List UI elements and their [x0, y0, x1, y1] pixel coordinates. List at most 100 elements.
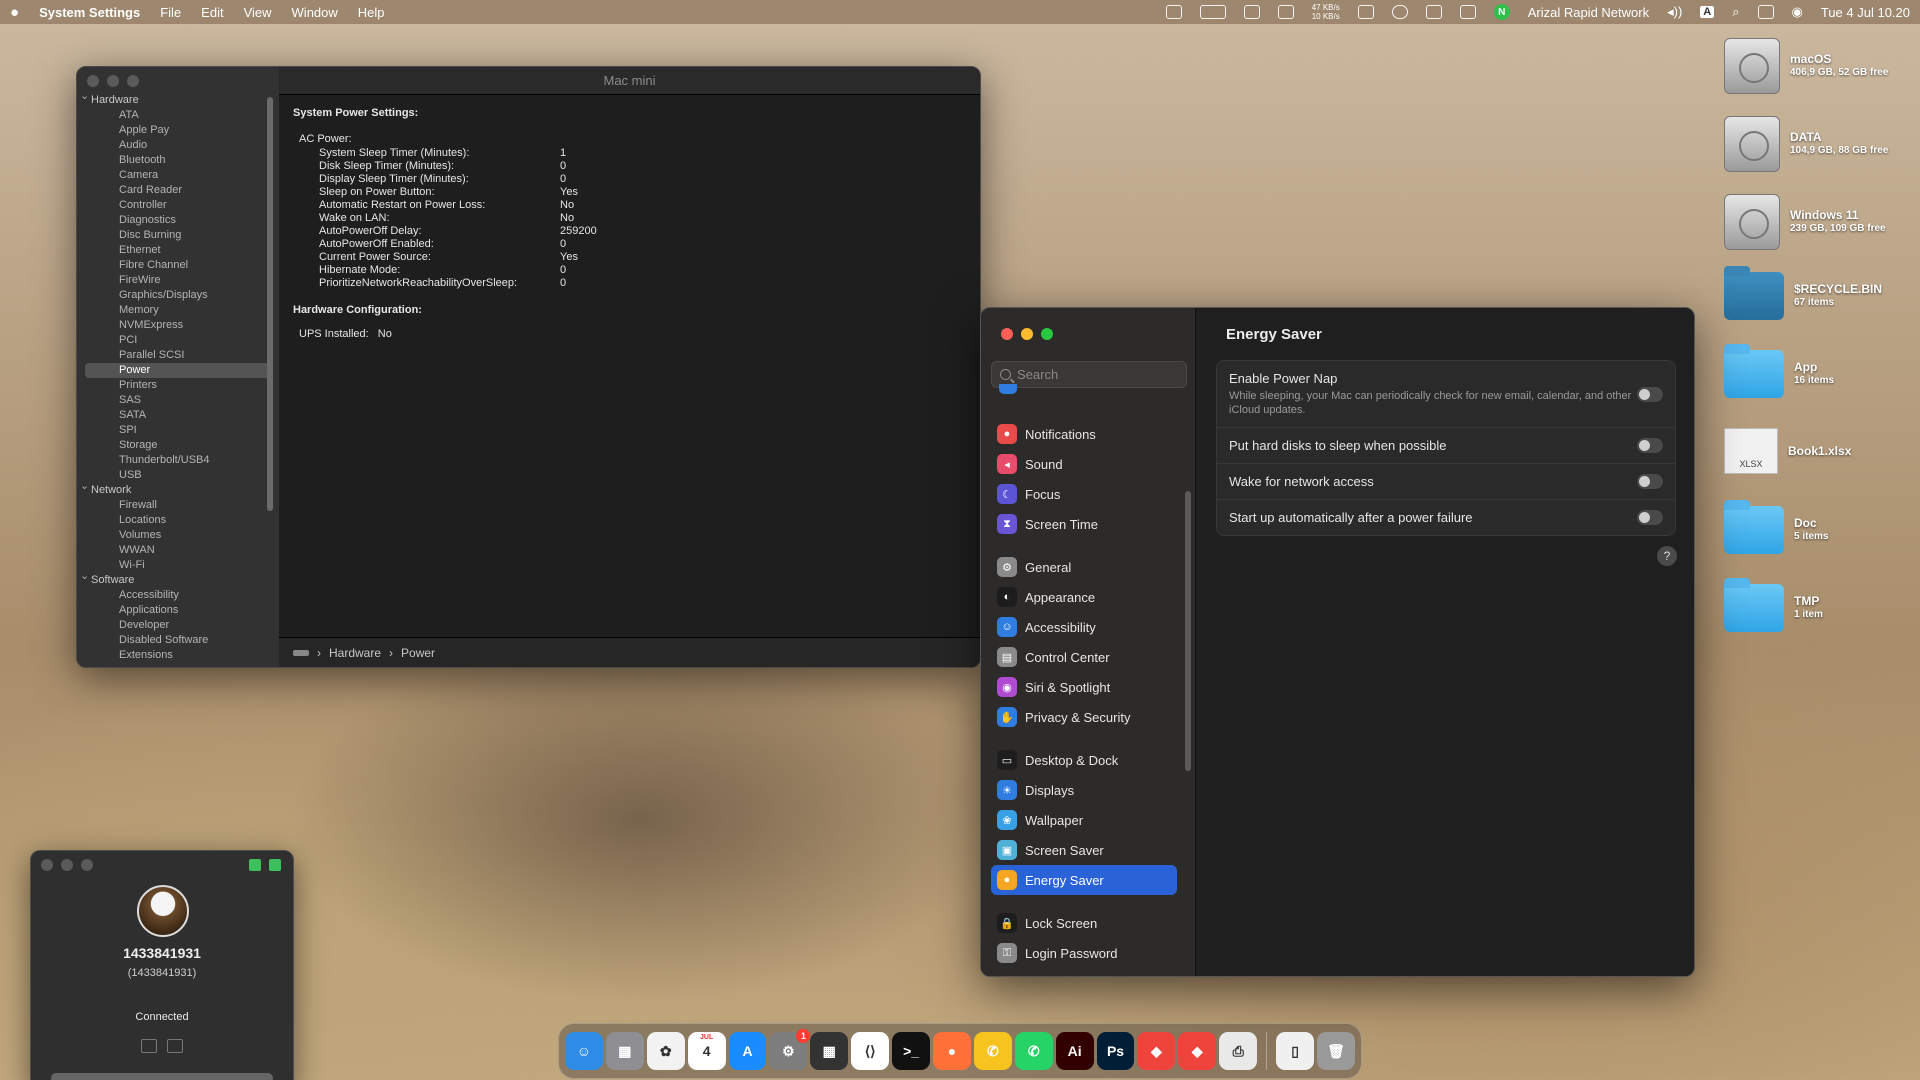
tree-item[interactable]: Fibre Channel — [77, 258, 279, 273]
microphone-icon[interactable] — [249, 859, 261, 871]
tree-item[interactable]: WWAN — [77, 543, 279, 558]
breadcrumb-hardware[interactable]: Hardware — [329, 646, 381, 660]
tree-item[interactable]: PCI — [77, 333, 279, 348]
sidebar-item-privacy-security[interactable]: ✋ Privacy & Security — [991, 702, 1177, 732]
sidebar-item-siri-spotlight[interactable]: ◉ Siri & Spotlight — [991, 672, 1177, 702]
tree-item[interactable]: Ethernet — [77, 243, 279, 258]
sidebar-item-notifications[interactable]: ● Notifications — [991, 419, 1177, 449]
tree-item[interactable]: Card Reader — [77, 183, 279, 198]
cpu-graph-icon[interactable] — [1199, 5, 1226, 19]
sidebar-item-displays[interactable]: ☀ Displays — [991, 775, 1177, 805]
tree-item[interactable]: Volumes — [77, 528, 279, 543]
desktop-item[interactable]: App 16 items — [1724, 344, 1834, 398]
tree-group-hardware[interactable]: Hardware — [77, 91, 279, 108]
whatsapp-icon[interactable]: ✆ — [1014, 1032, 1053, 1070]
search-input[interactable]: Search — [991, 361, 1187, 388]
spotlight-icon[interactable]: ⌕ — [1732, 4, 1739, 20]
tree-item[interactable]: Apple Pay — [77, 123, 279, 138]
photos-icon[interactable]: ✿ — [646, 1032, 685, 1070]
tree-item[interactable]: Extensions — [77, 648, 279, 663]
tree-item[interactable]: Printers — [77, 378, 279, 393]
sidebar-item-control-center[interactable]: ▤ Control Center — [991, 642, 1177, 672]
document-icon[interactable]: ▯ — [1276, 1032, 1315, 1070]
siri-icon[interactable]: ◉ — [1792, 4, 1803, 20]
tree-item[interactable]: Camera — [77, 168, 279, 183]
close-button[interactable] — [41, 859, 53, 871]
sidebar-item-screen-time[interactable]: ⧗ Screen Time — [991, 509, 1177, 539]
illustrator-icon[interactable]: Ai — [1055, 1032, 1094, 1070]
app-store-icon[interactable]: A — [728, 1032, 767, 1070]
tree-item[interactable]: Accessibility — [77, 588, 279, 603]
tree-item[interactable]: Storage — [77, 438, 279, 453]
activity-monitor-icon[interactable] — [1165, 5, 1182, 19]
finder-icon[interactable]: ☺ — [565, 1032, 603, 1070]
layout-icon[interactable] — [1425, 5, 1442, 19]
menu-view[interactable]: View — [244, 5, 272, 20]
calculator-icon[interactable]: ▦ — [810, 1032, 849, 1070]
desktop-item[interactable]: Doc 5 items — [1724, 500, 1828, 554]
tree-item[interactable]: Developer — [77, 618, 279, 633]
tree-item[interactable]: Wi-Fi — [77, 558, 279, 573]
memory-graph-icon[interactable] — [1243, 5, 1260, 19]
tree-item[interactable]: Disc Burning — [77, 228, 279, 243]
zoom-button[interactable] — [81, 859, 93, 871]
messages-yellow-icon[interactable]: ✆ — [973, 1032, 1012, 1070]
desktop-item[interactable]: XLSX Book1.xlsx — [1724, 428, 1851, 474]
tree-item[interactable]: Locations — [77, 513, 279, 528]
tree-item[interactable]: Audio — [77, 138, 279, 153]
tree-item[interactable]: USB — [77, 468, 279, 483]
tree-item[interactable]: Thunderbolt/USB4 — [77, 453, 279, 468]
minimize-button[interactable] — [107, 75, 119, 87]
sysinfo-sidebar-scrollbar[interactable] — [267, 97, 273, 511]
trash-icon[interactable]: 🗑 — [1317, 1032, 1355, 1070]
desktop-item[interactable]: DATA 104,9 GB, 88 GB free — [1724, 116, 1888, 172]
disconnect-button[interactable] — [51, 1073, 273, 1080]
tree-item[interactable]: NVMExpress — [77, 318, 279, 333]
tree-item[interactable]: Disabled Software — [77, 633, 279, 648]
tree-item[interactable]: SAS — [77, 393, 279, 408]
tree-item[interactable]: SPI — [77, 423, 279, 438]
sidebar-item-focus[interactable]: ☾ Focus — [991, 479, 1177, 509]
tree-item[interactable]: FireWire — [77, 273, 279, 288]
desktop-item[interactable]: macOS 406,9 GB, 52 GB free — [1724, 38, 1888, 94]
sidebar-item-screen-saver[interactable]: ▣ Screen Saver — [991, 835, 1177, 865]
close-button[interactable] — [1001, 328, 1013, 340]
camera-icon[interactable] — [1459, 5, 1476, 19]
photoshop-icon[interactable]: Ps — [1096, 1032, 1135, 1070]
option-toggle[interactable] — [1637, 474, 1663, 489]
desktop-item[interactable]: $RECYCLE.BIN 67 items — [1724, 266, 1882, 320]
sidebar-item-sound[interactable]: ◂ Sound — [991, 449, 1177, 479]
cloud-icon[interactable] — [1391, 5, 1408, 19]
message-icon[interactable] — [167, 1039, 183, 1053]
chat-icon[interactable] — [269, 859, 281, 871]
tree-item[interactable]: Controller — [77, 198, 279, 213]
network-speed[interactable]: 47 KB/s 10 KB/s — [1312, 3, 1340, 21]
tree-item[interactable]: ATA — [77, 108, 279, 123]
desktop-item[interactable]: Windows 11 239 GB, 109 GB free — [1724, 194, 1886, 250]
close-button[interactable] — [87, 75, 99, 87]
network-name[interactable]: Arizal Rapid Network — [1528, 5, 1649, 20]
option-toggle[interactable] — [1637, 386, 1663, 402]
terminal-icon[interactable]: >_ — [892, 1032, 931, 1070]
desktop-item[interactable]: TMP 1 item — [1724, 578, 1823, 632]
sidebar-item-lock-screen[interactable]: 🔒 Lock Screen — [991, 908, 1177, 938]
sidebar-item-accessibility[interactable]: ☺ Accessibility — [991, 612, 1177, 642]
tree-item[interactable]: Graphics/Displays — [77, 288, 279, 303]
file-transfer-icon[interactable] — [141, 1039, 157, 1053]
zoom-button[interactable] — [1041, 328, 1053, 340]
sidebar-item-login-password[interactable]: ⚿ Login Password — [991, 938, 1177, 968]
printer-icon[interactable]: ⎙ — [1219, 1032, 1258, 1070]
menu-app-name[interactable]: System Settings — [39, 5, 140, 20]
tree-item[interactable]: Applications — [77, 603, 279, 618]
tree-item[interactable]: Parallel SCSI — [77, 348, 279, 363]
tree-item[interactable]: Memory — [77, 303, 279, 318]
vscode-icon[interactable]: ⟨⟩ — [851, 1032, 890, 1070]
settings-sidebar-scrollbar[interactable] — [1185, 491, 1191, 771]
clock[interactable]: Tue 4 Jul 10.20 — [1821, 5, 1910, 20]
breadcrumb-power[interactable]: Power — [401, 646, 435, 660]
menu-edit[interactable]: Edit — [201, 5, 223, 20]
menu-file[interactable]: File — [160, 5, 181, 20]
anydesk-icon[interactable]: ◆ — [1137, 1032, 1176, 1070]
sidebar-item-wallpaper[interactable]: ❀ Wallpaper — [991, 805, 1177, 835]
tree-group-network[interactable]: Network — [77, 481, 279, 498]
